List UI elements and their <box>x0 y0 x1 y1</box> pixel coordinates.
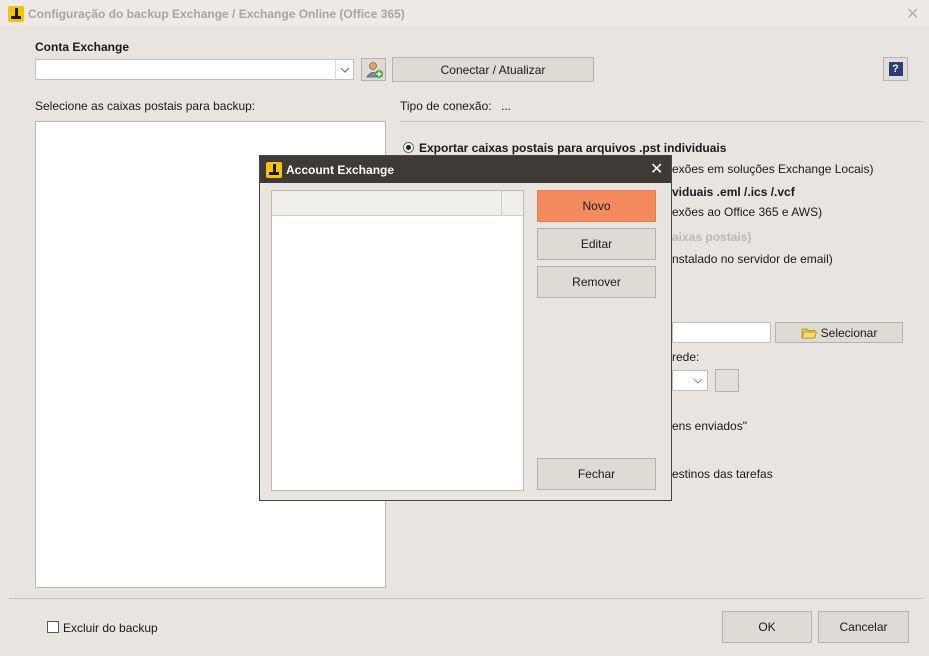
window-close-icon[interactable]: ✕ <box>906 4 919 24</box>
exclude-from-backup-checkbox[interactable] <box>47 621 59 633</box>
help-icon: ? <box>888 62 903 76</box>
app-logo-icon <box>8 6 24 22</box>
account-select[interactable] <box>35 59 354 80</box>
radio-export-pst[interactable] <box>403 142 414 153</box>
column-divider[interactable] <box>501 191 502 215</box>
remove-account-button[interactable]: Remover <box>537 266 656 298</box>
option-export-pst-label[interactable]: Exportar caixas postais para arquivos .p… <box>419 141 726 155</box>
new-account-button[interactable]: Novo <box>537 190 656 222</box>
divider <box>400 121 923 122</box>
exclude-from-backup-label: Excluir do backup <box>63 621 158 635</box>
select-folder-button[interactable]: Selecionar <box>775 322 903 343</box>
window-title-bar: Configuração do backup Exchange / Exchan… <box>0 0 929 27</box>
dialog-close-icon[interactable]: ✕ <box>650 159 663 179</box>
account-section-label: Conta Exchange <box>35 40 130 54</box>
option-export-eml-label[interactable]: viduais .eml /.ics /.vcf <box>672 185 795 199</box>
connect-refresh-button[interactable]: Conectar / Atualizar <box>392 57 594 82</box>
ok-button[interactable]: OK <box>722 611 812 643</box>
option-export-pst-sub: exões em soluções Exchange Locais) <box>672 162 874 176</box>
option-export-eml-sub: exões ao Office 365 e AWS) <box>672 205 823 219</box>
add-account-button[interactable] <box>361 58 386 81</box>
connection-type-label: Tipo de conexão: <box>400 99 492 113</box>
select-folder-label: Selecionar <box>820 325 878 340</box>
mailboxes-label: Selecione as caixas postais para backup: <box>35 99 256 113</box>
account-list-header <box>272 191 523 216</box>
account-exchange-dialog: Account Exchange ✕ Novo Editar Remover F… <box>259 155 672 501</box>
task-destinations-label: estinos das tarefas <box>672 467 773 481</box>
help-button[interactable]: ? <box>883 57 908 81</box>
destination-path-input[interactable] <box>672 322 771 343</box>
footer-divider <box>9 598 923 599</box>
dialog-title: Account Exchange <box>286 163 395 177</box>
close-dialog-button[interactable]: Fechar <box>537 458 656 490</box>
network-extra-button[interactable] <box>715 369 739 392</box>
network-label: rede: <box>672 350 700 364</box>
chevron-down-icon[interactable] <box>335 60 354 79</box>
sent-items-label: ens enviados" <box>672 419 747 433</box>
cancel-button[interactable]: Cancelar <box>818 611 909 643</box>
option-third-sub: nstalado no servidor de email) <box>672 252 833 266</box>
app-logo-icon <box>266 162 282 178</box>
connection-type-value: ... <box>501 99 512 113</box>
window-title: Configuração do backup Exchange / Exchan… <box>28 7 405 21</box>
add-user-icon <box>365 61 383 78</box>
account-list[interactable] <box>271 190 524 491</box>
folder-icon <box>801 328 817 338</box>
edit-account-button[interactable]: Editar <box>537 228 656 260</box>
dialog-title-bar: Account Exchange ✕ <box>260 156 671 183</box>
chevron-down-icon[interactable] <box>690 371 707 390</box>
option-third-label: aixas postais) <box>672 230 752 244</box>
network-select[interactable] <box>672 370 708 391</box>
